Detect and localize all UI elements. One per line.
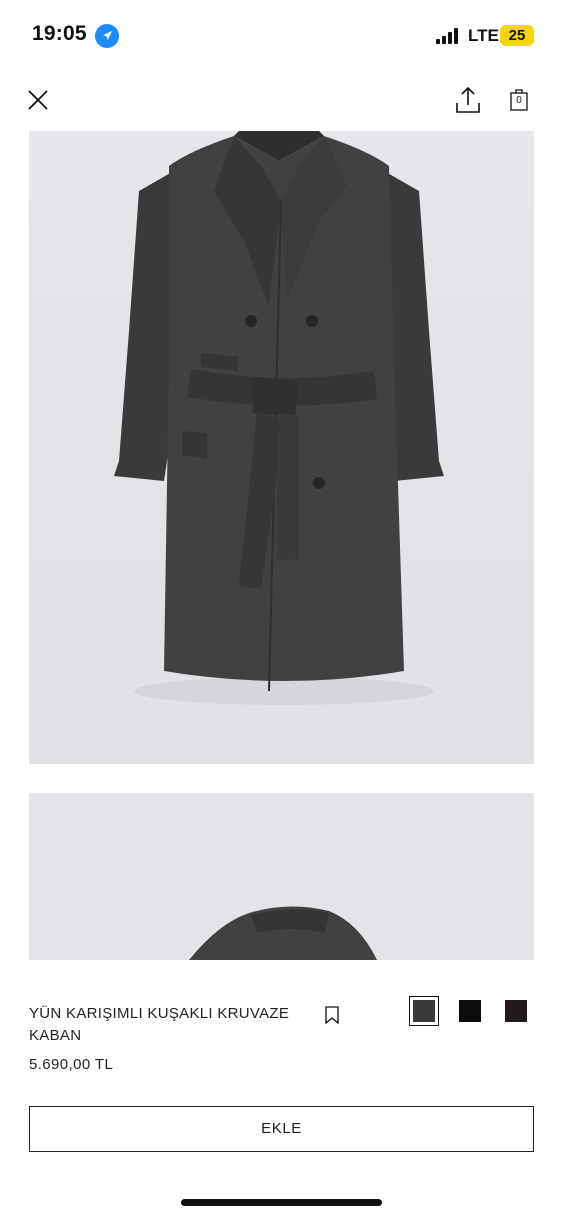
- location-arrow-icon: [95, 24, 119, 48]
- signal-strength-icon: [436, 28, 458, 44]
- color-swatch-anthracite[interactable]: [413, 1000, 435, 1022]
- network-type: LTE: [468, 26, 499, 45]
- status-time: 19:05: [32, 22, 87, 45]
- product-title: YÜN KARIŞIMLI KUŞAKLI KRUVAZE KABAN: [29, 1005, 290, 1044]
- share-icon[interactable]: [455, 86, 481, 114]
- color-swatch-black[interactable]: [459, 1000, 481, 1022]
- coat-detail-image[interactable]: [29, 793, 534, 960]
- color-swatch-dark-brown[interactable]: [505, 1000, 527, 1022]
- battery-level: 25: [500, 25, 534, 46]
- cart-count: 0: [516, 95, 522, 106]
- product-price: 5.690,00 TL: [29, 1056, 114, 1073]
- bookmark-icon[interactable]: [324, 1006, 340, 1024]
- home-indicator[interactable]: [181, 1199, 382, 1206]
- coat-illustration: [29, 131, 534, 764]
- coat-front-image[interactable]: [29, 131, 534, 764]
- close-icon[interactable]: [26, 88, 50, 112]
- add-to-cart-button[interactable]: EKLE: [29, 1106, 534, 1152]
- coat-detail-illustration: [29, 793, 534, 960]
